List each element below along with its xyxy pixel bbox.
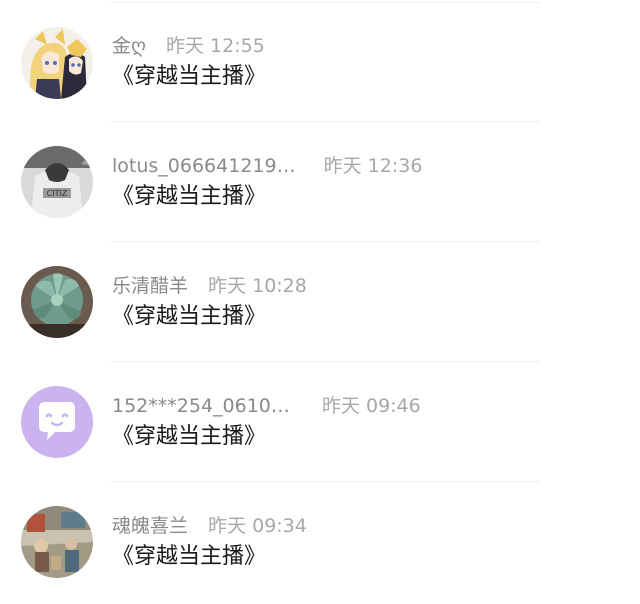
comment-time: 昨天 09:46 xyxy=(321,395,421,417)
comment-time: 昨天 09:34 xyxy=(208,515,307,537)
comment-item[interactable]: CITIZ lotus_066641219… 昨天 12:36 《穿越当主播》 xyxy=(0,120,640,242)
comment-text: 《穿越当主播》 xyxy=(112,64,267,89)
svg-text:CITIZ: CITIZ xyxy=(47,189,68,198)
user-name[interactable]: 魂魄喜兰 xyxy=(112,514,188,538)
comment-time: 昨天 12:55 xyxy=(165,35,265,57)
user-name[interactable]: 金ღ xyxy=(112,34,146,58)
user-avatar-street-photo-icon[interactable] xyxy=(21,506,93,578)
comment-text: 《穿越当主播》 xyxy=(112,424,267,449)
comment-text: 《穿越当主播》 xyxy=(112,544,267,569)
comment-meta: 金ღ 昨天 12:55 xyxy=(112,34,265,58)
user-avatar-anime-icon[interactable] xyxy=(21,27,93,99)
user-avatar-photo-icon[interactable]: CITIZ xyxy=(21,146,93,218)
comment-meta: lotus_066641219… 昨天 12:36 xyxy=(112,154,422,178)
user-name[interactable]: 152***254_0610… xyxy=(112,394,290,418)
user-avatar-plant-icon[interactable] xyxy=(21,266,93,338)
comment-text: 《穿越当主播》 xyxy=(112,184,267,209)
comment-meta: 152***254_0610… 昨天 09:46 xyxy=(112,394,421,418)
comment-list: 金ღ 昨天 12:55 《穿越当主播》 CITIZ lotus_06664121… xyxy=(0,0,640,604)
comment-text: 《穿越当主播》 xyxy=(112,304,267,329)
comment-item[interactable]: 乐清醋羊 昨天 10:28 《穿越当主播》 xyxy=(0,240,640,362)
chat-bubble-icon[interactable] xyxy=(21,386,93,458)
comment-meta: 魂魄喜兰 昨天 09:34 xyxy=(112,514,307,538)
comment-meta: 乐清醋羊 昨天 10:28 xyxy=(112,274,307,298)
comment-item[interactable]: 魂魄喜兰 昨天 09:34 《穿越当主播》 xyxy=(0,480,640,600)
user-name[interactable]: lotus_066641219… xyxy=(112,154,296,178)
user-name[interactable]: 乐清醋羊 xyxy=(112,274,188,298)
comment-time: 昨天 12:36 xyxy=(323,155,423,177)
comment-time: 昨天 10:28 xyxy=(208,275,307,297)
comment-item[interactable]: 金ღ 昨天 12:55 《穿越当主播》 xyxy=(0,0,640,122)
comment-item[interactable]: 152***254_0610… 昨天 09:46 《穿越当主播》 xyxy=(0,360,640,482)
